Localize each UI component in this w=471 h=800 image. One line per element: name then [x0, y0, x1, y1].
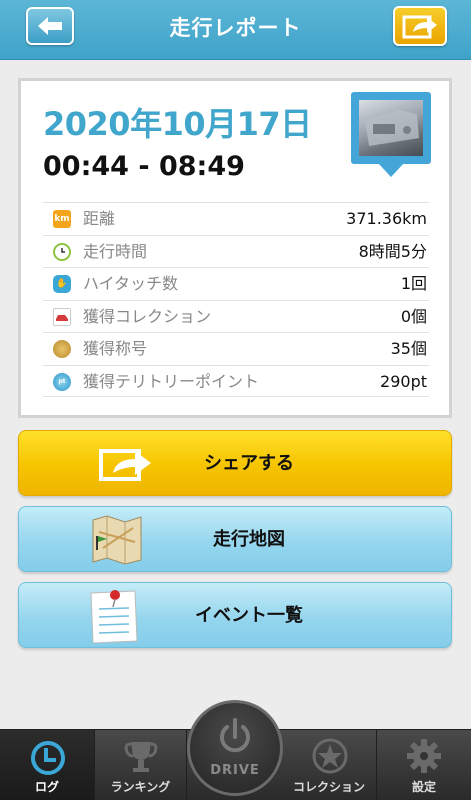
tab-log-label: ログ	[34, 780, 59, 794]
stat-value: 0個	[400, 306, 427, 326]
drive-map-button[interactable]: 走行地図	[18, 506, 452, 572]
territory-point-icon: pt	[53, 372, 71, 391]
report-time-range: 00:44 - 08:49	[43, 151, 245, 182]
stat-label: 走行時間	[83, 241, 148, 261]
clock-icon	[53, 242, 71, 261]
stats-list: km 距離 371.36km 走行時間 8時間5分 ✋ ハイタッチ数 1回 獲得…	[43, 202, 429, 397]
car-photo	[359, 100, 423, 156]
gear-icon	[407, 739, 441, 773]
drive-label: DRIVE	[210, 763, 260, 778]
tab-ranking-label: ランキング	[110, 780, 171, 794]
trophy-icon	[124, 742, 158, 772]
stat-row-titles: 獲得称号 35個	[43, 332, 429, 365]
stat-value: 371.36km	[346, 209, 427, 228]
header-share-button[interactable]	[393, 6, 447, 46]
header-bar: 走行レポート	[0, 0, 471, 60]
stat-label: 獲得称号	[83, 339, 148, 358]
event-list-button[interactable]: イベント一覧	[18, 582, 452, 648]
stat-label: 獲得コレクション	[83, 306, 212, 326]
tab-settings[interactable]: 設定	[377, 730, 471, 800]
share-button-label: シェアする	[204, 453, 294, 474]
report-card: 2020年10月17日 00:44 - 08:49 km 距離 371.36km…	[18, 78, 452, 418]
stat-row-drive-time: 走行時間 8時間5分	[43, 234, 429, 268]
stat-value: 35個	[390, 339, 427, 358]
drive-photo-thumbnail[interactable]	[351, 92, 431, 164]
stat-label: ハイタッチ数	[83, 274, 179, 293]
stat-row-distance: km 距離 371.36km	[43, 202, 429, 235]
stat-value: 8時間5分	[358, 241, 427, 261]
power-icon	[220, 718, 250, 753]
back-button[interactable]	[26, 7, 74, 45]
back-arrow-icon	[38, 17, 62, 35]
share-icon	[402, 15, 437, 39]
tab-log[interactable]: ログ	[0, 730, 95, 800]
tab-collection[interactable]: コレクション	[282, 730, 377, 800]
stat-row-territory-points: pt 獲得テリトリーポイント 290pt	[43, 364, 429, 397]
stat-row-collection: 獲得コレクション 0個	[43, 299, 429, 333]
share-button[interactable]: シェアする	[18, 430, 452, 496]
tab-settings-label: 設定	[411, 780, 436, 794]
drive-button[interactable]: DRIVE	[187, 700, 283, 796]
stat-row-high-five: ✋ ハイタッチ数 1回	[43, 267, 429, 300]
star-icon	[312, 738, 348, 774]
clock-icon	[31, 741, 65, 775]
drive-map-label: 走行地図	[213, 529, 285, 550]
title-medal-icon	[53, 340, 71, 358]
stat-label: 獲得テリトリーポイント	[83, 371, 260, 391]
photo-pin-pointer	[378, 163, 404, 177]
high-five-icon: ✋	[53, 275, 71, 293]
stat-value: 1回	[400, 274, 427, 293]
car-collection-icon	[53, 307, 71, 326]
tab-ranking[interactable]: ランキング	[95, 730, 187, 800]
stat-value: 290pt	[380, 371, 427, 391]
report-date: 2020年10月17日	[43, 105, 312, 143]
tab-collection-label: コレクション	[292, 780, 365, 794]
event-list-label: イベント一覧	[195, 605, 303, 626]
km-icon: km	[53, 210, 71, 228]
stat-label: 距離	[83, 209, 116, 228]
